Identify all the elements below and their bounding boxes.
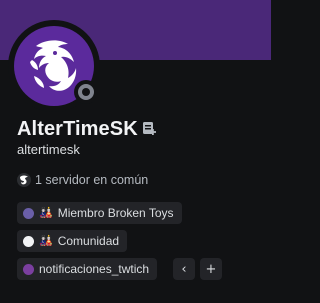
- offline-status-icon: [78, 84, 94, 100]
- role-chip[interactable]: 🎎 Comunidad: [17, 230, 128, 252]
- collapse-roles-button[interactable]: ‹: [173, 258, 195, 280]
- username: altertimesk: [17, 142, 80, 157]
- note-icon[interactable]: [141, 120, 157, 136]
- role-color-dot: [23, 235, 34, 247]
- mutual-servers-link[interactable]: 1 servidor en común: [17, 172, 148, 188]
- role-emoji-icon: 🎎: [39, 206, 53, 219]
- role-color-dot: [23, 263, 34, 275]
- role-label: Comunidad: [57, 234, 120, 248]
- mutual-servers-text: 1 servidor en común: [35, 173, 149, 187]
- chevron-left-icon: ‹: [181, 261, 187, 277]
- display-name: AlterTimeSK: [17, 118, 138, 140]
- add-role-button[interactable]: +: [200, 258, 222, 280]
- role-emoji-icon: 🎎: [39, 234, 53, 247]
- role-color-dot: [23, 207, 34, 219]
- role-chip[interactable]: notificaciones_twtich: [17, 258, 158, 280]
- role-chip[interactable]: 🎎 Miembro Broken Toys: [17, 202, 182, 224]
- role-label: notificaciones_twtich: [39, 262, 150, 276]
- role-label: Miembro Broken Toys: [57, 206, 174, 220]
- plus-icon: +: [205, 261, 217, 277]
- server-avatar-icon: [17, 173, 31, 187]
